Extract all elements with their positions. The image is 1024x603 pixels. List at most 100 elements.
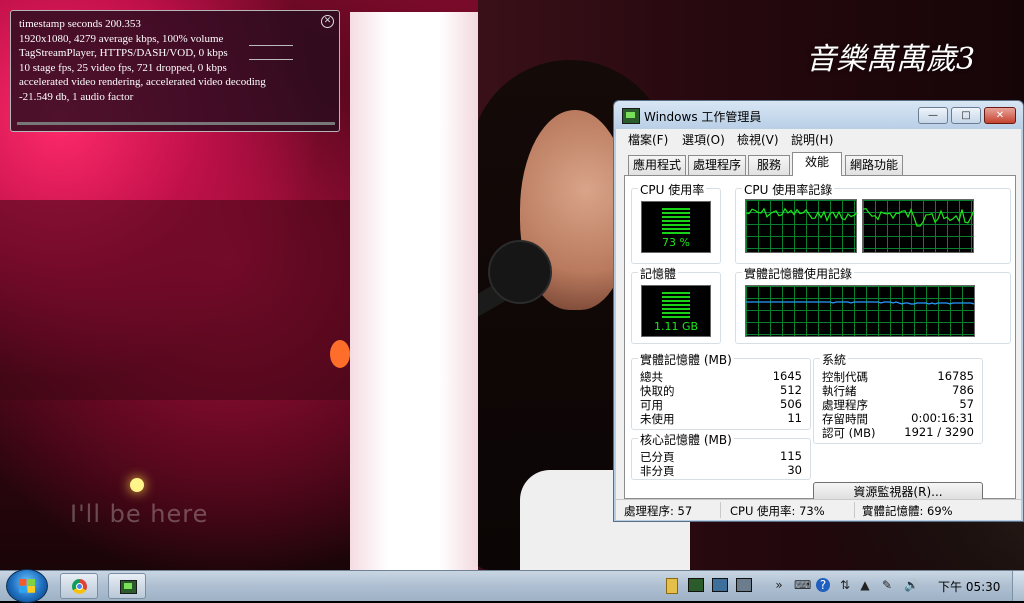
stats-line: timestamp seconds 200.353	[19, 18, 141, 30]
stat-row: 執行緒 786	[822, 383, 974, 398]
stat-key: 認可 (MB)	[822, 426, 876, 440]
task-manager-tray-icon[interactable]	[688, 578, 704, 592]
cpu-usage-group: CPU 使用率 73 %	[631, 181, 721, 264]
flower	[330, 340, 350, 368]
show-desktop-button[interactable]	[1012, 571, 1024, 601]
task-manager-icon	[622, 108, 640, 124]
taskbar-clock[interactable]: 下午 05:30	[938, 578, 1000, 595]
stat-value: 1645	[772, 369, 802, 383]
stat-value: 512	[780, 383, 802, 397]
stat-row: 處理程序 57	[822, 397, 974, 412]
system-group: 系統 控制代碼 16785 執行緒 786 處理程序 57 存留時間 0:00:16:3…	[813, 351, 983, 444]
stats-line: -21.549 db, 1 audio factor	[19, 90, 134, 103]
stats-divider	[249, 59, 293, 60]
stat-value: 30	[787, 463, 802, 477]
stat-row: 快取的 512	[640, 383, 802, 398]
volume-icon[interactable]: 🔊	[904, 578, 919, 592]
stat-value: 0:00:16:31	[911, 411, 974, 425]
tab-services[interactable]: 服務	[748, 155, 790, 175]
status-bar: 處理程序: 57 CPU 使用率: 73% 實體記憶體: 69%	[616, 499, 1021, 520]
microphone	[488, 240, 552, 304]
menu-bar: 檔案(F) 選項(O) 檢視(V) 說明(H)	[616, 129, 1021, 149]
stat-value: 506	[780, 397, 802, 411]
stat-row: 已分頁 115	[640, 449, 802, 464]
taskbar: » ⌨ ? ⇅ ▲ ✎ 🔊 下午 05:30	[0, 569, 1024, 603]
menu-help[interactable]: 說明(H)	[791, 131, 833, 148]
cpu-usage-value: 73 %	[662, 236, 690, 249]
title-bar[interactable]: Windows 工作管理員 — □ ✕	[614, 101, 1023, 129]
show-hidden-icons-icon[interactable]: ▲	[858, 578, 872, 592]
pen-input-icon[interactable]: ✎	[880, 578, 894, 592]
taskbar-chrome-button[interactable]	[60, 573, 98, 599]
stat-row: 控制代碼 16785	[822, 369, 974, 384]
task-manager-window[interactable]: Windows 工作管理員 — □ ✕ 檔案(F) 選項(O) 檢視(V) 說明…	[613, 100, 1024, 522]
menu-options[interactable]: 選項(O)	[682, 131, 725, 148]
window-title: Windows 工作管理員	[644, 110, 762, 124]
help-icon[interactable]: ?	[816, 578, 830, 592]
system-label: 系統	[820, 351, 849, 368]
close-icon[interactable]: ✕	[321, 15, 334, 28]
memory-meter: 1.11 GB	[641, 285, 711, 337]
maximize-button[interactable]: □	[951, 107, 981, 124]
cpu-usage-label: CPU 使用率	[638, 181, 707, 198]
cpu-usage-meter: 73 %	[641, 201, 711, 253]
stats-line: 10 stage fps, 25 video fps, 721 dropped,…	[19, 61, 227, 74]
stat-row: 存留時間 0:00:16:31	[822, 411, 974, 426]
performance-panel: CPU 使用率 73 % CPU 使用率記錄 記憶體 1.11 GB 實體記憶體…	[624, 175, 1016, 502]
physical-memory-group: 實體記憶體 (MB) 總共 1645 快取的 512 可用 506 未使用 11	[631, 351, 811, 430]
stats-line: accelerated video rendering, accelerated…	[19, 76, 266, 88]
task-manager-icon	[120, 580, 137, 594]
network-monitor-icon[interactable]	[712, 578, 728, 592]
stat-row: 認可 (MB) 1921 / 3290	[822, 425, 974, 440]
printer-icon[interactable]	[736, 578, 752, 592]
memory-history-graph	[745, 285, 975, 337]
stat-value: 1921 / 3290	[904, 425, 974, 439]
windows-logo-icon	[19, 579, 35, 593]
stat-value: 16785	[937, 369, 974, 383]
stats-progress-bar	[17, 122, 335, 125]
stage-shadow	[0, 200, 350, 400]
show-logo: 音樂萬萬歲3	[806, 42, 976, 77]
memory-value: 1.11 GB	[653, 320, 699, 333]
tab-processes[interactable]: 處理程序	[688, 155, 746, 175]
kernel-memory-group: 核心記憶體 (MB) 已分頁 115 非分頁 30	[631, 431, 811, 480]
stat-value: 57	[959, 397, 974, 411]
lyric-subtitle: I'll be here	[70, 500, 209, 528]
kernel-memory-label: 核心記憶體 (MB)	[638, 431, 734, 448]
stat-row: 非分頁 30	[640, 463, 802, 478]
stats-divider	[249, 45, 293, 46]
stat-value: 115	[780, 449, 802, 463]
language-bar-icon[interactable]: ⇅	[838, 578, 852, 592]
tab-performance[interactable]: 效能	[792, 152, 842, 176]
stage-light-column	[350, 12, 478, 570]
stat-value: 786	[952, 383, 974, 397]
status-divider	[720, 502, 721, 518]
memory-label: 記憶體	[638, 265, 679, 282]
cpu-history-graph-core1	[745, 199, 858, 253]
cpu-history-line	[863, 207, 975, 227]
tab-networking[interactable]: 網路功能	[845, 155, 903, 175]
status-cpu: CPU 使用率: 73%	[730, 504, 825, 518]
task-manager-client: 應用程式 處理程序 服務 效能 網路功能 CPU 使用率 73 % CPU 使用…	[616, 149, 1021, 502]
memory-history-label: 實體記憶體使用記錄	[742, 265, 855, 282]
cpu-history-line	[746, 207, 858, 223]
folder-icon[interactable]	[666, 578, 678, 594]
cpu-history-group: CPU 使用率記錄	[735, 181, 1011, 264]
menu-file[interactable]: 檔案(F)	[628, 131, 668, 148]
player-stats-overlay: timestamp seconds 200.353 1920x1080, 427…	[10, 10, 340, 132]
minimize-button[interactable]: —	[918, 107, 948, 124]
light-spark	[130, 478, 144, 492]
chrome-icon	[72, 579, 87, 594]
tab-applications[interactable]: 應用程式	[628, 155, 686, 175]
taskbar-task-manager-button[interactable]	[108, 573, 146, 599]
expand-toolbar-icon[interactable]: »	[772, 578, 786, 592]
start-button[interactable]	[6, 569, 48, 603]
stat-row: 未使用 11	[640, 411, 802, 426]
keyboard-icon[interactable]: ⌨	[794, 578, 811, 592]
close-button[interactable]: ✕	[984, 107, 1016, 124]
cpu-history-graph-core2	[862, 199, 975, 253]
status-divider	[854, 502, 855, 518]
stat-row: 可用 506	[640, 397, 802, 412]
menu-view[interactable]: 檢視(V)	[737, 131, 779, 148]
status-memory: 實體記憶體: 69%	[862, 504, 953, 518]
